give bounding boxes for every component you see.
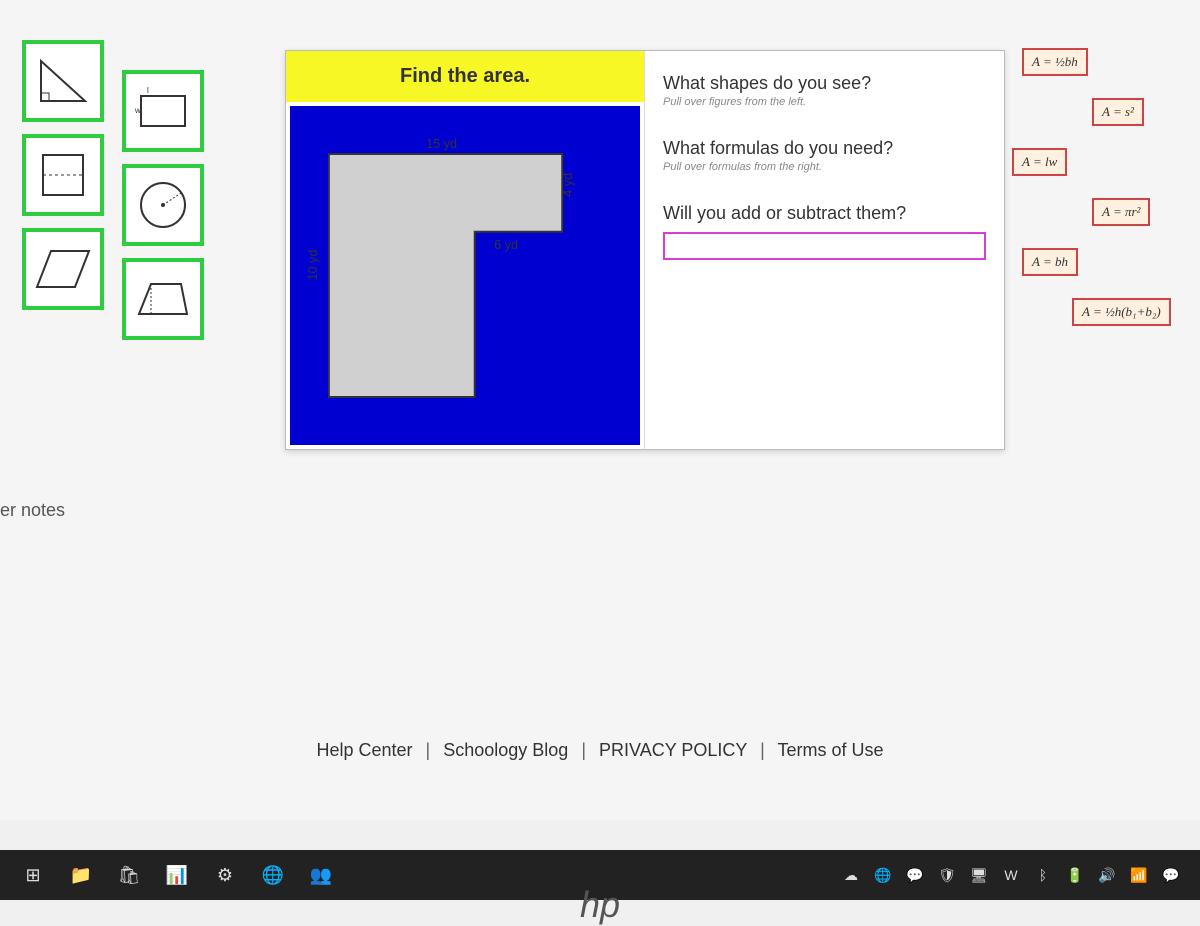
- formula-tile[interactable]: A = s²: [1092, 98, 1144, 126]
- sep: |: [426, 740, 431, 760]
- svg-text:l: l: [147, 86, 149, 95]
- formula-tile[interactable]: A = lw: [1012, 148, 1067, 176]
- shape-square[interactable]: [22, 134, 104, 216]
- shape-parallelogram[interactable]: [22, 228, 104, 310]
- question-operation: Will you add or subtract them?: [663, 203, 986, 260]
- figure-title: Find the area.: [286, 51, 644, 102]
- privacy-link[interactable]: PRIVACY POLICY: [599, 740, 747, 760]
- side-notes-label: er notes: [0, 500, 65, 521]
- question-formulas: What formulas do you need? Pull over for…: [663, 138, 986, 173]
- terms-link[interactable]: Terms of Use: [778, 740, 884, 760]
- settings-icon[interactable]: ⚙: [210, 860, 240, 890]
- q1-title: What shapes do you see?: [663, 73, 986, 94]
- activity-card: Find the area. 10 yd 15 yd 4 yd 6 yd Wha…: [285, 50, 1005, 450]
- dim-left: 10 yd: [306, 249, 320, 280]
- figure-drawing: 10 yd 15 yd 4 yd 6 yd: [290, 106, 640, 445]
- formula-tile[interactable]: A = bh: [1022, 248, 1078, 276]
- dim-top: 15 yd: [426, 137, 457, 151]
- shape-palette: lw: [22, 40, 204, 340]
- shape-circle[interactable]: [122, 164, 204, 246]
- file-explorer-icon[interactable]: 📁: [66, 860, 96, 890]
- q3-title: Will you add or subtract them?: [663, 203, 986, 224]
- store-icon[interactable]: 🛍: [114, 860, 144, 890]
- wifi-icon[interactable]: 📶: [1128, 860, 1150, 890]
- blog-link[interactable]: Schoology Blog: [443, 740, 568, 760]
- word-icon[interactable]: W: [1000, 860, 1022, 890]
- figure-panel: Find the area. 10 yd 15 yd 4 yd 6 yd: [286, 51, 645, 449]
- q2-hint: Pull over formulas from the right.: [663, 161, 986, 173]
- onedrive-icon[interactable]: ☁: [840, 860, 862, 890]
- bluetooth-icon[interactable]: ᛒ: [1032, 860, 1054, 890]
- sep: |: [760, 740, 765, 760]
- battery-icon[interactable]: 🔋: [1064, 860, 1086, 890]
- question-panel: What shapes do you see? Pull over figure…: [645, 51, 1004, 449]
- formula-tile[interactable]: A = πr²: [1092, 198, 1150, 226]
- shape-rectangle[interactable]: lw: [122, 70, 204, 152]
- footer-links: Help Center | Schoology Blog | PRIVACY P…: [0, 740, 1200, 761]
- chrome-tray-icon[interactable]: 🌐: [872, 860, 894, 890]
- security-icon[interactable]: 🛡: [936, 860, 958, 890]
- app-icon[interactable]: 📊: [162, 860, 192, 890]
- shape-triangle[interactable]: [22, 40, 104, 122]
- dim-right: 4 yd: [561, 173, 575, 197]
- teams-icon[interactable]: 👥: [306, 860, 336, 890]
- question-shapes: What shapes do you see? Pull over figure…: [663, 73, 986, 108]
- answer-input[interactable]: [663, 232, 986, 260]
- chat-icon[interactable]: 💬: [904, 860, 926, 890]
- q1-hint: Pull over figures from the left.: [663, 96, 986, 108]
- shape-trapezoid[interactable]: [122, 258, 204, 340]
- volume-icon[interactable]: 🔊: [1096, 860, 1118, 890]
- q2-title: What formulas do you need?: [663, 138, 986, 159]
- chrome-icon[interactable]: 🌐: [258, 860, 288, 890]
- network-icon[interactable]: 🖥: [968, 860, 990, 890]
- formula-tile[interactable]: A = ½h(b₁+b₂): [1072, 298, 1171, 326]
- task-view-icon[interactable]: ⊞: [18, 860, 48, 890]
- help-center-link[interactable]: Help Center: [316, 740, 412, 760]
- svg-text:w: w: [134, 106, 141, 115]
- hp-logo: hp: [580, 884, 620, 926]
- dim-inner: 6 yd: [494, 238, 518, 252]
- sep: |: [581, 740, 586, 760]
- formula-tile[interactable]: A = ½bh: [1022, 48, 1088, 76]
- action-center-icon[interactable]: 💬: [1160, 860, 1182, 890]
